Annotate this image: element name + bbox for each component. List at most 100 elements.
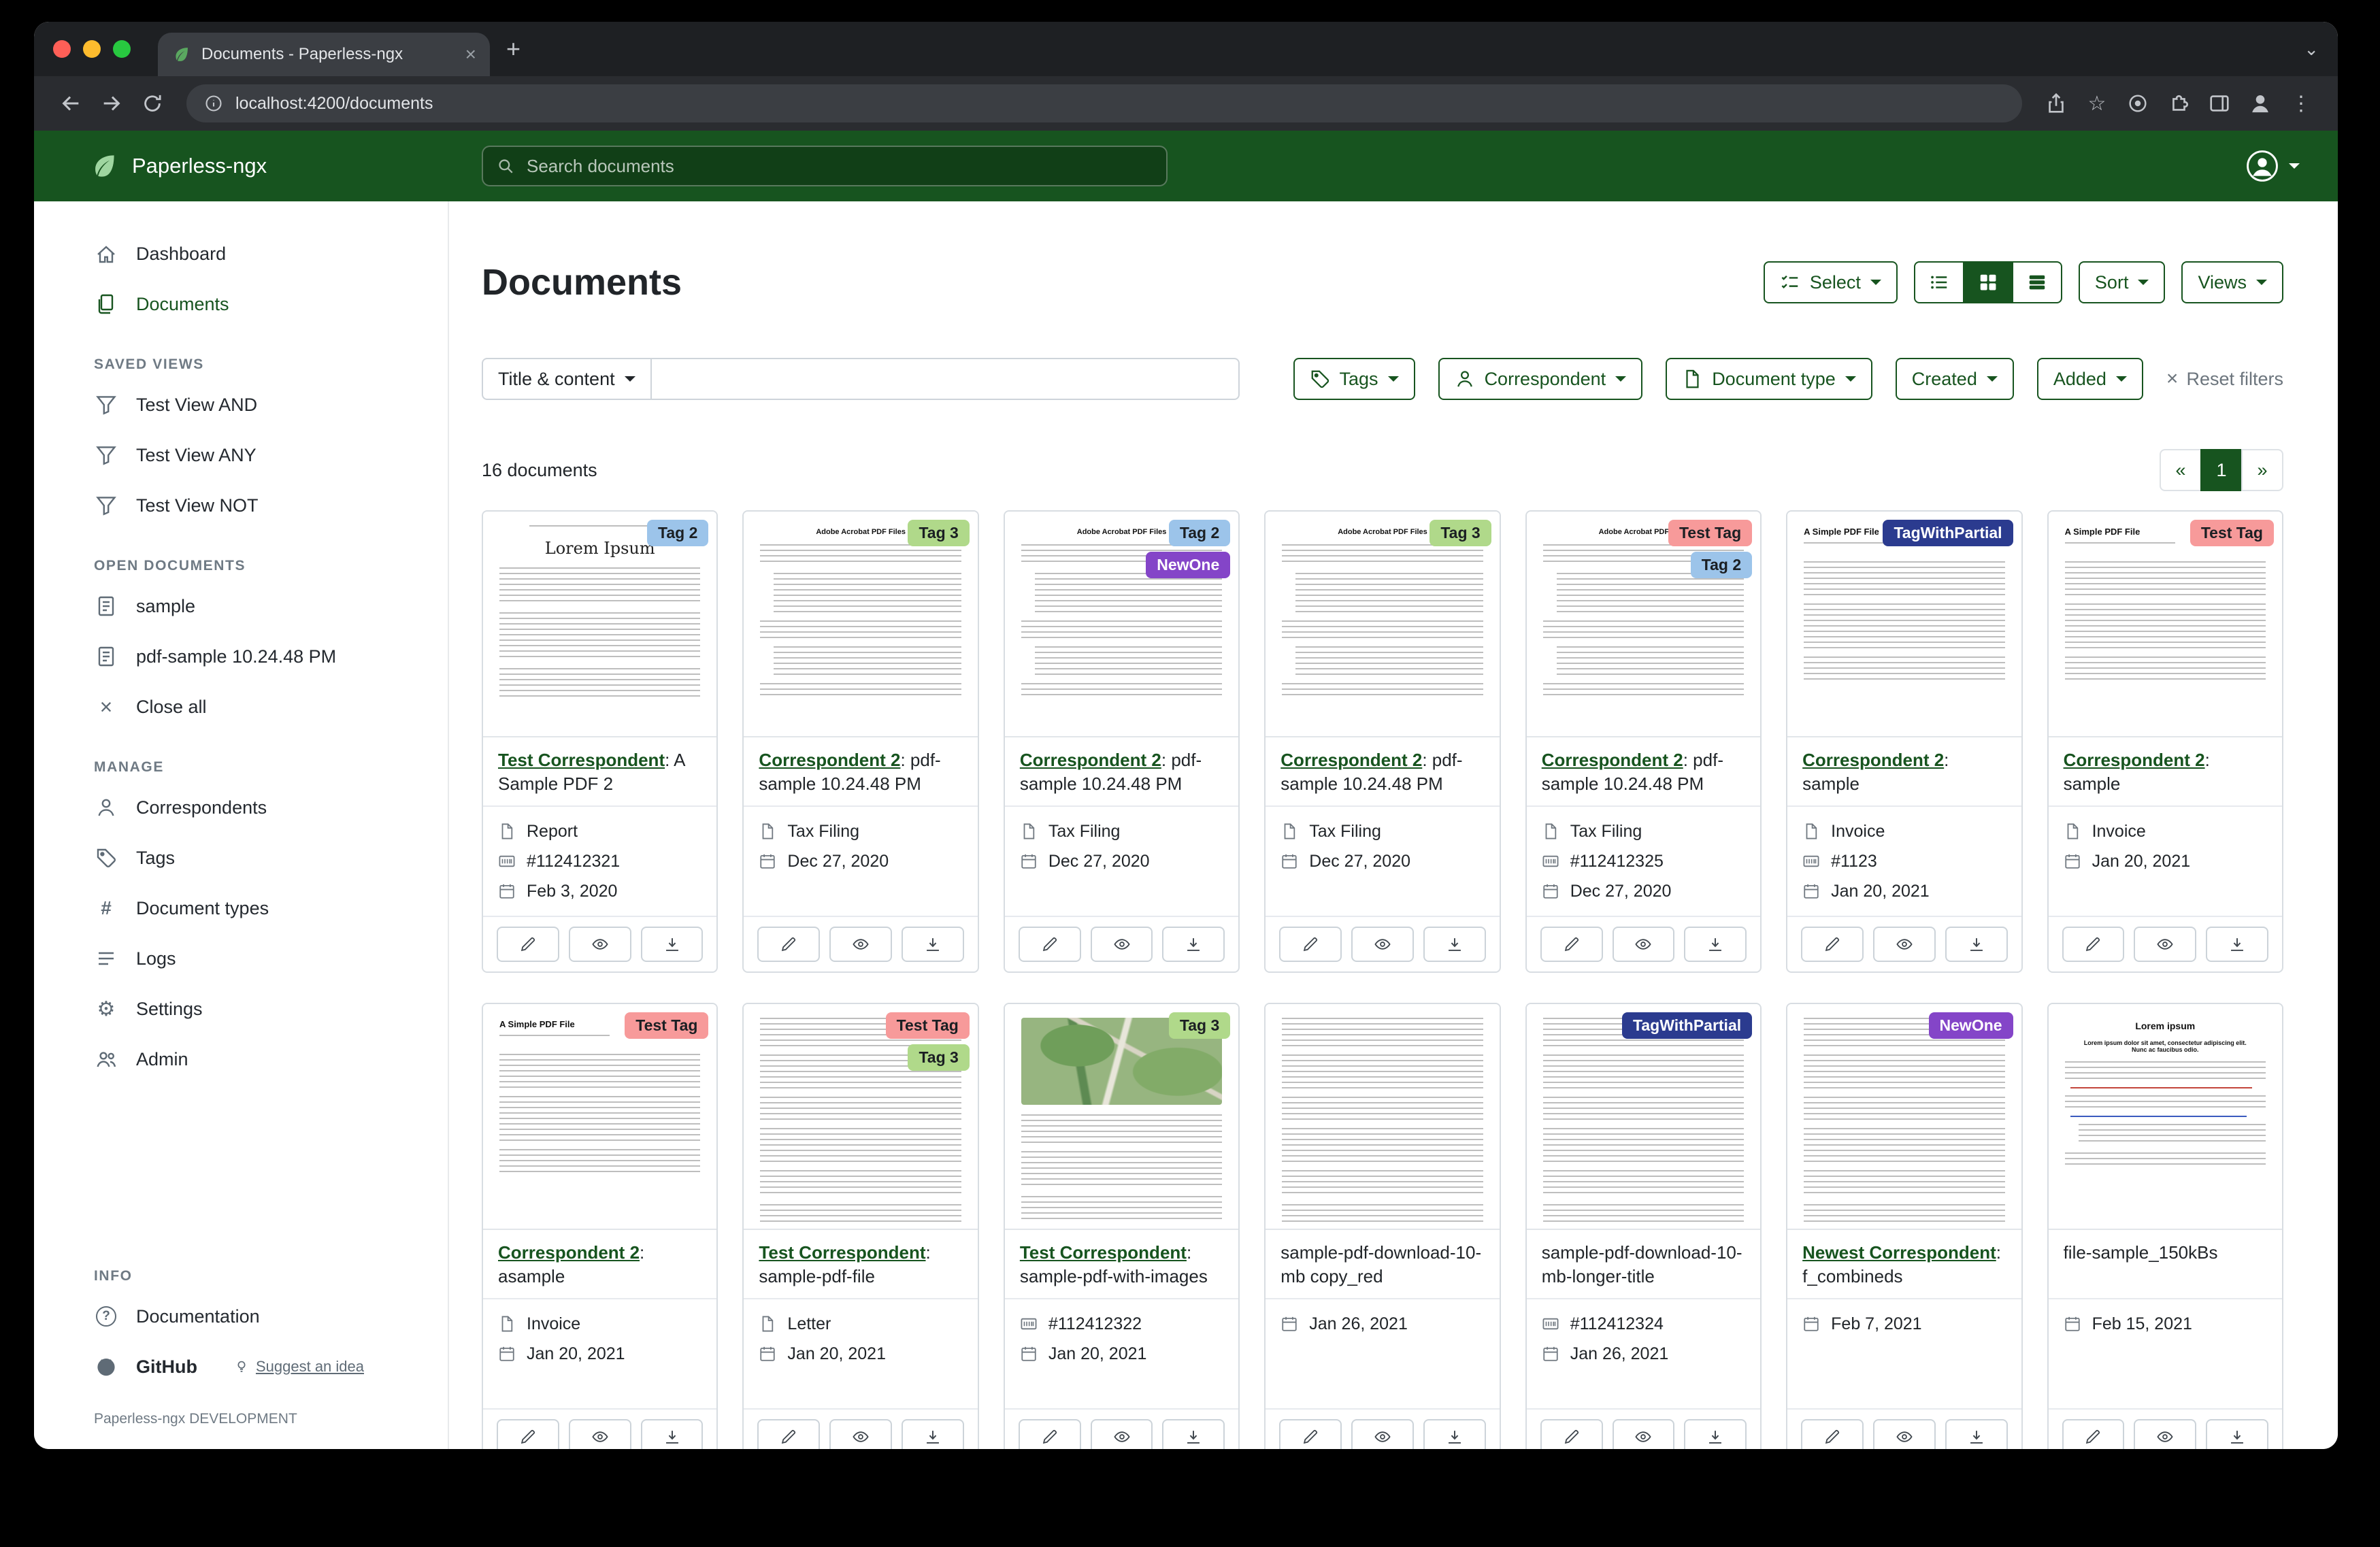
view-detail-button[interactable] — [2012, 261, 2062, 303]
tag-badge[interactable]: TagWithPartial — [1883, 520, 2013, 546]
view-button[interactable] — [2134, 927, 2196, 962]
download-button[interactable] — [1684, 927, 1747, 962]
tag-badge[interactable]: Tag 2 — [1691, 552, 1752, 578]
view-button[interactable] — [1873, 927, 1936, 962]
download-button[interactable] — [1423, 927, 1486, 962]
reset-filters-button[interactable]: ×Reset filters — [2166, 369, 2283, 390]
document-thumbnail[interactable]: Adobe Acrobat PDF Files Tag 3 — [744, 512, 977, 737]
download-button[interactable] — [1423, 1419, 1486, 1449]
download-button[interactable] — [902, 1419, 964, 1449]
sidebar-item-tags[interactable]: Tags — [34, 833, 448, 883]
download-button[interactable] — [641, 927, 704, 962]
pagination-page-button[interactable]: 1 — [2200, 449, 2243, 491]
browser-profile-avatar[interactable] — [2240, 83, 2281, 124]
view-button[interactable] — [829, 927, 892, 962]
pagination-next-button[interactable]: » — [2241, 449, 2283, 491]
new-tab-button[interactable]: + — [506, 37, 520, 61]
tag-badge[interactable]: Tag 3 — [908, 1044, 969, 1071]
document-thumbnail[interactable] — [1266, 1004, 1499, 1230]
download-button[interactable] — [2206, 1419, 2268, 1449]
bookmark-star-icon[interactable]: ☆ — [2077, 83, 2117, 124]
sidebar-item-test-view-and[interactable]: Test View AND — [34, 380, 448, 430]
tag-badge[interactable]: TagWithPartial — [1622, 1012, 1752, 1039]
sidebar-item-open-doc-sample[interactable]: sample — [34, 581, 448, 631]
document-title[interactable]: Test Correspondent: A Sample PDF 2 — [483, 737, 716, 805]
created-filter-button[interactable]: Created — [1896, 358, 2014, 400]
document-title[interactable]: sample-pdf-download-10-mb copy_red — [1266, 1230, 1499, 1298]
edit-button[interactable] — [1801, 927, 1864, 962]
sidebar-item-settings[interactable]: ⚙ Settings — [34, 984, 448, 1034]
filter-field-selector[interactable]: Title & content — [482, 358, 652, 400]
document-thumbnail[interactable]: Adobe Acrobat PDF Files Tag 3 — [1266, 512, 1499, 737]
view-button[interactable] — [569, 1419, 631, 1449]
document-title[interactable]: Correspondent 2: pdf-sample 10.24.48 PM — [744, 737, 977, 805]
correspondent-link[interactable]: Correspondent 2 — [498, 1242, 640, 1263]
tab-search-chevron-icon[interactable]: ⌄ — [2304, 39, 2319, 60]
download-button[interactable] — [1945, 927, 2008, 962]
document-thumbnail[interactable]: Lorem Ipsum Tag 2 — [483, 512, 716, 737]
extensions-puzzle-icon[interactable] — [2158, 83, 2199, 124]
tag-badge[interactable]: Tag 2 — [647, 520, 708, 546]
sidebar-item-documents[interactable]: Documents — [34, 279, 448, 329]
correspondent-link[interactable]: Correspondent 2 — [1542, 750, 1683, 770]
correspondent-link[interactable]: Newest Correspondent — [1802, 1242, 1996, 1263]
view-button[interactable] — [1091, 1419, 1153, 1449]
document-thumbnail[interactable]: A Simple PDF File Test Tag — [2049, 512, 2282, 737]
download-button[interactable] — [1162, 927, 1225, 962]
sort-button[interactable]: Sort — [2079, 261, 2166, 303]
close-window-button[interactable] — [53, 40, 71, 58]
document-title[interactable]: Test Correspondent: sample-pdf-file — [744, 1230, 977, 1298]
suggest-idea-link[interactable]: Suggest an idea — [234, 1358, 364, 1376]
document-title[interactable]: Correspondent 2: sample — [2049, 737, 2282, 805]
zoom-window-button[interactable] — [113, 40, 131, 58]
view-button[interactable] — [2134, 1419, 2196, 1449]
sidebar-item-test-view-not[interactable]: Test View NOT — [34, 480, 448, 531]
download-button[interactable] — [902, 927, 964, 962]
document-thumbnail[interactable]: Lorem ipsum Lorem ipsum dolor sit amet, … — [2049, 1004, 2282, 1230]
document-thumbnail[interactable]: Tag 3 — [1005, 1004, 1238, 1230]
views-button[interactable]: Views — [2181, 261, 2283, 303]
view-button[interactable] — [1351, 1419, 1414, 1449]
tag-badge[interactable]: NewOne — [1929, 1012, 2013, 1039]
tag-badge[interactable]: Test Tag — [625, 1012, 708, 1039]
download-button[interactable] — [2206, 927, 2268, 962]
document-thumbnail[interactable]: NewOne — [1787, 1004, 2021, 1230]
user-menu[interactable] — [2245, 149, 2300, 183]
tags-filter-button[interactable]: Tags — [1293, 358, 1415, 400]
edit-button[interactable] — [757, 927, 820, 962]
view-button[interactable] — [1091, 927, 1153, 962]
download-button[interactable] — [641, 1419, 704, 1449]
document-title[interactable]: Test Correspondent: sample-pdf-with-imag… — [1005, 1230, 1238, 1298]
correspondent-link[interactable]: Correspondent 2 — [1802, 750, 1944, 770]
view-list-button[interactable] — [1914, 261, 1964, 303]
sidebar-item-correspondents[interactable]: Correspondents — [34, 782, 448, 833]
url-bar[interactable]: localhost:4200/documents — [186, 84, 2022, 122]
edit-button[interactable] — [1540, 927, 1603, 962]
view-button[interactable] — [1613, 1419, 1675, 1449]
view-button[interactable] — [1351, 927, 1414, 962]
tag-badge[interactable]: Test Tag — [886, 1012, 970, 1039]
tag-badge[interactable]: Test Tag — [1668, 520, 1752, 546]
side-panel-icon[interactable] — [2199, 83, 2240, 124]
correspondent-link[interactable]: Correspondent 2 — [1020, 750, 1161, 770]
document-title[interactable]: Correspondent 2: asample — [483, 1230, 716, 1298]
edit-button[interactable] — [2062, 927, 2125, 962]
view-button[interactable] — [1873, 1419, 1936, 1449]
edit-button[interactable] — [497, 1419, 559, 1449]
download-button[interactable] — [1684, 1419, 1747, 1449]
correspondent-link[interactable]: Test Correspondent — [498, 750, 665, 770]
back-icon[interactable] — [50, 83, 91, 124]
forward-icon[interactable] — [91, 83, 132, 124]
browser-menu-icon[interactable]: ⋮ — [2281, 83, 2321, 124]
edit-button[interactable] — [1801, 1419, 1864, 1449]
tag-badge[interactable]: Tag 3 — [1429, 520, 1491, 546]
correspondent-link[interactable]: Test Correspondent — [1020, 1242, 1187, 1263]
document-type-filter-button[interactable]: Document type — [1666, 358, 1872, 400]
edit-button[interactable] — [757, 1419, 820, 1449]
app-brand[interactable]: Paperless-ngx — [34, 151, 449, 181]
edit-button[interactable] — [1279, 1419, 1342, 1449]
sidebar-item-open-doc-pdf-sample[interactable]: pdf-sample 10.24.48 PM — [34, 631, 448, 682]
edit-button[interactable] — [1279, 927, 1342, 962]
minimize-window-button[interactable] — [83, 40, 101, 58]
extension-icon[interactable] — [2117, 83, 2158, 124]
